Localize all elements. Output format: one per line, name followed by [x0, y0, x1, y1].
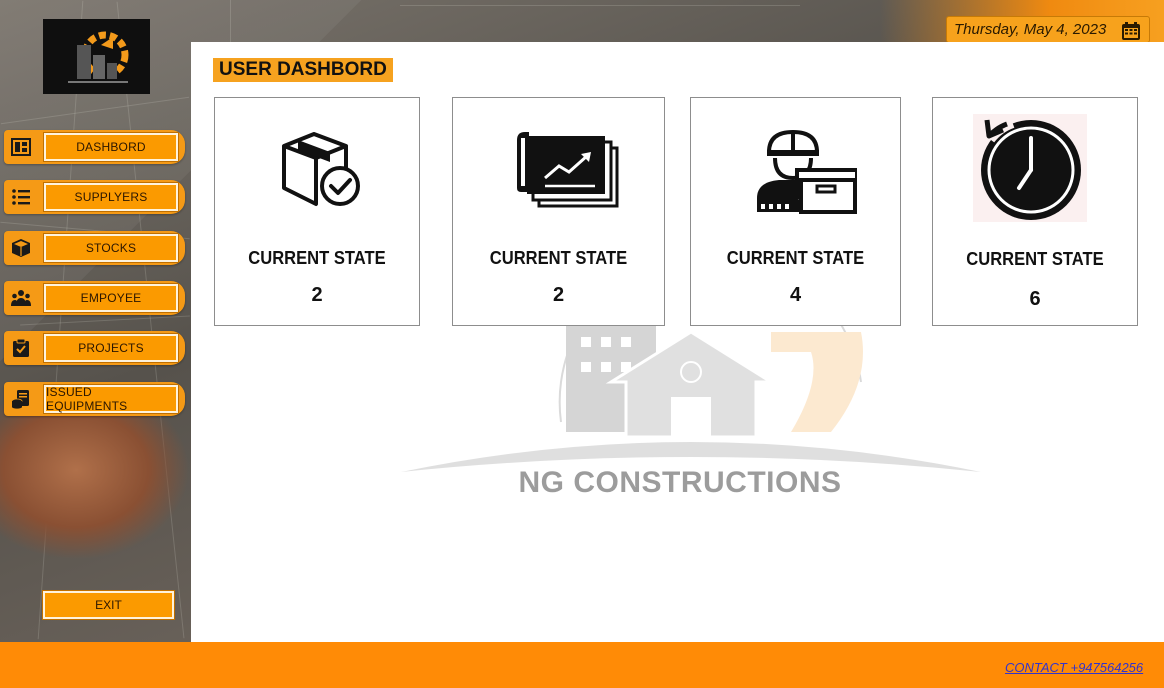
date-text: Thursday, May 4, 2023 — [954, 21, 1107, 38]
clock-icon — [973, 114, 1087, 222]
sidebar-item-stocks[interactable]: STOCKS — [4, 231, 185, 265]
database-icon — [11, 389, 31, 409]
dashboard-button[interactable]: DASHBORD — [43, 132, 179, 162]
employee-button[interactable]: EMPOYEE — [43, 283, 179, 313]
list-icon — [11, 187, 31, 207]
stat-card-employee[interactable]: CURRENT STATE 4 — [690, 97, 901, 326]
suppliers-button[interactable]: SUPPLYERS — [43, 182, 179, 212]
exit-button[interactable]: EXIT — [42, 590, 175, 620]
card-value: 6 — [1029, 288, 1041, 310]
card-value: 2 — [552, 284, 565, 306]
card-label: CURRENT STATE — [248, 248, 386, 268]
card-label: CURRENT STATE — [489, 248, 628, 268]
stat-card-stock[interactable]: CURRENT STATE 2 — [214, 97, 420, 326]
people-icon — [11, 288, 31, 308]
sidebar-item-employee[interactable]: EMPOYEE — [4, 281, 185, 315]
page-title: USER DASHBORD — [213, 58, 393, 82]
sidebar-item-issued-equipments[interactable]: ISSUED EQUIPMENTS — [4, 382, 185, 416]
footer-bar: CONTACT +947564256 — [0, 642, 1164, 688]
stocks-button[interactable]: STOCKS — [43, 233, 179, 263]
blueprint-chart-icon — [515, 130, 619, 215]
card-label: CURRENT STATE — [726, 248, 865, 268]
sidebar-item-dashboard[interactable]: DASHBORD — [4, 130, 185, 164]
dashboard-panel: USER DASHBORD NG CONSTRUCTIONS CURRENT S… — [191, 42, 1164, 642]
card-value: 4 — [789, 284, 802, 306]
company-logo — [43, 19, 150, 94]
issued-equipments-button[interactable]: ISSUED EQUIPMENTS — [43, 384, 179, 414]
worker-box-icon — [753, 129, 859, 219]
stat-card-issued[interactable]: CURRENT STATE 6 — [932, 97, 1138, 326]
card-label: CURRENT STATE — [966, 249, 1104, 269]
projects-button[interactable]: PROJECTS — [43, 333, 179, 363]
sidebar-item-projects[interactable]: PROJECTS — [4, 331, 185, 365]
dashboard-icon — [11, 137, 31, 157]
clipboard-icon — [11, 338, 31, 358]
sidebar-item-suppliers[interactable]: SUPPLYERS — [4, 180, 185, 214]
watermark-text: NG CONSTRUCTIONS — [518, 466, 842, 499]
date-display: Thursday, May 4, 2023 — [946, 16, 1150, 43]
cube-icon — [11, 238, 31, 258]
box-check-icon — [280, 132, 362, 215]
contact-link[interactable]: CONTACT +947564256 — [1005, 660, 1143, 675]
stat-card-projects[interactable]: CURRENT STATE 2 — [452, 97, 665, 326]
card-value: 2 — [311, 284, 323, 306]
